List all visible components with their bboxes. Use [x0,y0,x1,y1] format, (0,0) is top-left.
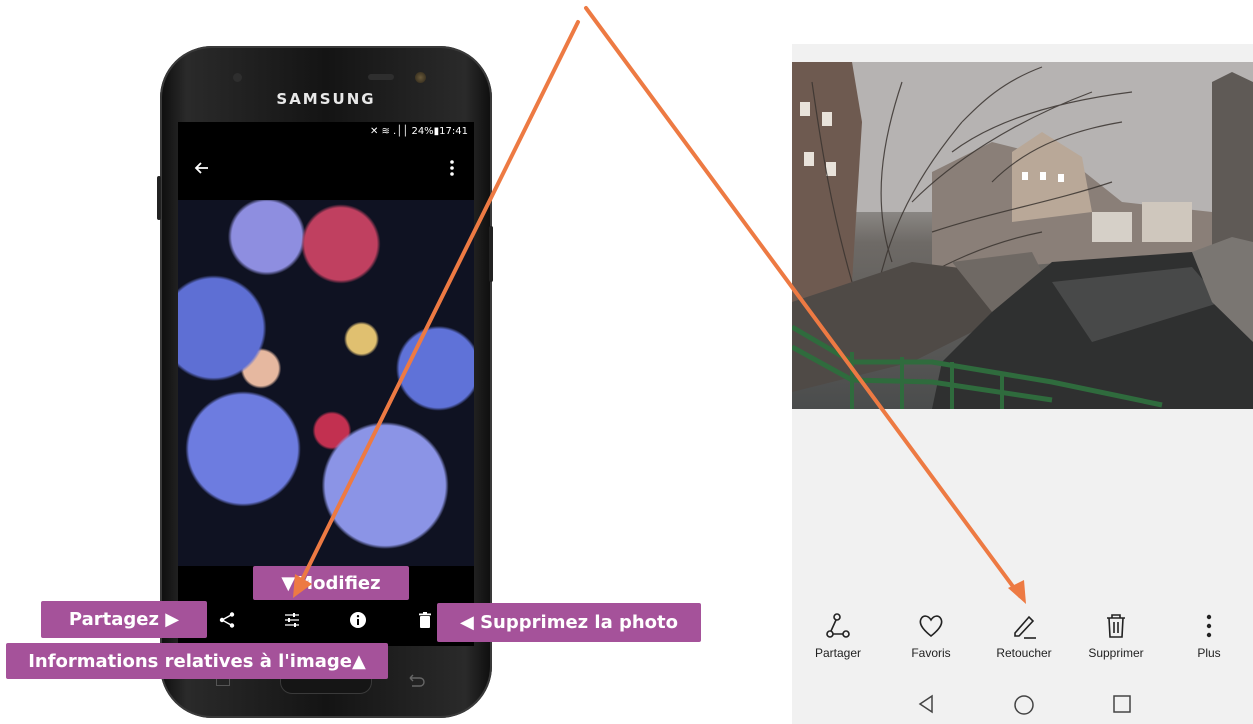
action-partager[interactable]: Partager [793,612,883,660]
action-label: Partager [814,646,862,660]
action-supprimer[interactable]: Supprimer [1071,612,1161,660]
trash-icon[interactable] [416,611,434,629]
viewed-photo [178,200,474,566]
more-vertical-icon[interactable] [442,158,462,178]
android-nav-bar [792,684,1253,724]
pencil-icon [1014,615,1036,639]
callout-modifiez: ▼Modifiez [253,566,409,600]
power-button [489,226,493,282]
canal-scene-illustration [792,62,1253,409]
action-label: Favoris [911,646,951,660]
back-key-icon[interactable] [406,672,426,688]
home-circle-icon[interactable] [1013,694,1035,716]
volume-button [157,176,161,220]
heart-icon [919,615,943,638]
front-camera [233,73,242,82]
action-label: Plus [1197,646,1221,660]
back-triangle-icon[interactable] [916,694,936,714]
phone-brand-logo: SAMSUNG [276,90,376,108]
share-icon[interactable] [218,611,236,629]
callout-informations: Informations relatives à l'image▲ [6,643,388,679]
share-icon [826,613,850,638]
action-label: Supprimer [1088,646,1144,660]
back-arrow-icon[interactable] [192,158,212,178]
canal-photo [792,62,1253,409]
callout-partagez: Partagez ▶ [41,601,207,638]
trash-icon [1107,614,1125,638]
status-bar: ✕ ≋ .││ 24%▮17:41 [369,126,468,137]
action-retoucher[interactable]: Retoucher [979,612,1069,660]
edit-sliders-icon[interactable] [283,611,301,629]
gallery-screen: Partager Favoris Retoucher Supprimer Plu… [792,44,1253,724]
recents-square-icon[interactable] [1112,694,1132,714]
action-favoris[interactable]: Favoris [886,612,976,660]
earpiece-speaker [368,74,394,80]
gallery-action-bar: Partager Favoris Retoucher Supprimer Plu… [792,612,1253,672]
viewer-app-bar [178,142,474,198]
proximity-sensor [415,72,426,83]
info-icon[interactable] [349,611,367,629]
action-label: Retoucher [996,646,1052,660]
action-plus[interactable]: Plus [1164,612,1253,660]
more-vertical-icon [1206,614,1212,638]
callout-supprimez: ◀ Supprimez la photo [437,603,701,642]
